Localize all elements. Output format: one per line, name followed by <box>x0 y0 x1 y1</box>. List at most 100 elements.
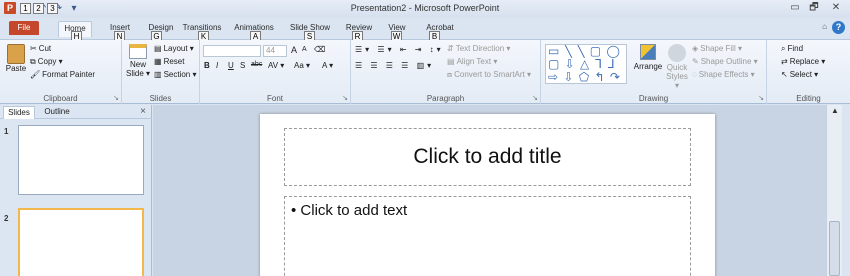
new-slide-icon <box>129 44 147 59</box>
close-panel-icon[interactable]: × <box>140 106 146 117</box>
find-label: Find <box>787 44 804 53</box>
tab-file[interactable]: File <box>9 21 39 35</box>
font-launcher-icon[interactable]: ↘ <box>342 94 348 102</box>
shrink-font-button[interactable]: A <box>302 46 307 53</box>
convert-smartart-label: Convert to SmartArt ▾ <box>454 70 532 79</box>
editing-group: ⌕ Find ⇄ Replace ▾ ↖ Select ▾ Editing <box>767 40 850 104</box>
restore-button[interactable]: 🗗 <box>806 2 822 14</box>
layout-button[interactable]: ▤ Layout ▾ <box>154 44 194 53</box>
shapes-gallery[interactable]: ▭ ╲ ╲ ▢ ◯ ▢ ⇩ △ ᒣ ᒧ ⇨ ⇩ ⬠ ↰ ↷ ⌒ { } ☆ <box>545 44 627 84</box>
text-direction-label: Text Direction ▾ <box>455 44 511 53</box>
font-size-combo[interactable]: 44 <box>263 45 287 57</box>
paragraph-group: ☰▾ ☰▾ ⇤ ⇥ ↕▾ ☰ ☰ ☰ ☰ ▥▾ ⇵ Text Direction … <box>351 40 541 104</box>
strikethrough-button[interactable]: abc <box>251 61 262 68</box>
grow-font-button[interactable]: A <box>291 45 297 55</box>
new-slide-label-2: Slide ▾ <box>125 69 151 78</box>
new-slide-button[interactable]: New Slide ▾ <box>125 44 151 78</box>
text-direction-icon: ⇵ <box>447 44 454 53</box>
paragraph-launcher-icon[interactable]: ↘ <box>532 94 538 102</box>
help-icon[interactable]: ? <box>832 21 845 34</box>
paint-bucket-icon: ◈ <box>692 44 699 53</box>
ribbon: Paste ✂ Cut ⧉ Copy ▾ 🖌 Format Painter Clipb… <box>0 40 850 104</box>
replace-icon: ⇄ <box>781 57 788 66</box>
minimize-button[interactable]: ▭ <box>787 2 803 14</box>
layout-label: Layout ▾ <box>163 44 194 53</box>
cut-button[interactable]: ✂ Cut <box>30 44 51 53</box>
clipboard-group: Paste ✂ Cut ⧉ Copy ▾ 🖌 Format Painter Clipb… <box>0 40 122 104</box>
tab-acrobat[interactable]: Acrobat <box>422 21 458 37</box>
convert-smartart-button[interactable]: ⧈ Convert to SmartArt ▾ <box>447 70 531 80</box>
bullets-icon[interactable]: ☰▾ ☰▾ ⇤ ⇥ ↕▾ <box>355 45 444 54</box>
minimize-ribbon-icon[interactable]: ⌂ <box>822 22 827 31</box>
layout-icon: ▤ <box>154 44 162 53</box>
tab-slides[interactable]: Slides <box>3 106 35 119</box>
vertical-scrollbar[interactable]: ▲ <box>826 105 842 276</box>
quick-styles-label: Quick <box>666 63 688 72</box>
pen-icon: ✎ <box>692 57 699 66</box>
slides-group-label: Slides <box>149 94 172 103</box>
tab-outline[interactable]: Outline <box>38 106 76 119</box>
align-text-label: Align Text ▾ <box>456 57 498 66</box>
section-icon: ▥ <box>154 70 162 79</box>
find-button[interactable]: ⌕ Find <box>781 44 803 54</box>
ribbon-tabs: File Home Insert Design Transitions Anim… <box>0 18 850 52</box>
arrange-icon <box>640 44 656 60</box>
clipboard-launcher-icon[interactable]: ↘ <box>113 94 119 102</box>
shadow-button[interactable]: S <box>240 61 245 70</box>
replace-label: Replace ▾ <box>789 57 826 66</box>
select-button[interactable]: ↖ Select ▾ <box>781 70 818 79</box>
quick-styles-button[interactable]: Quick Styles ▾ <box>663 44 691 90</box>
drawing-group-label: Drawing <box>638 94 669 103</box>
scissors-icon: ✂ <box>30 44 37 53</box>
clear-formatting-icon[interactable]: ⌫ <box>314 45 325 54</box>
quick-styles-label-2: Styles ▾ <box>666 72 688 90</box>
copy-button[interactable]: ⧉ Copy ▾ <box>30 57 63 67</box>
copy-icon: ⧉ <box>30 57 36 66</box>
quick-styles-icon <box>668 44 686 62</box>
paste-button[interactable]: Paste <box>4 44 28 73</box>
cursor-icon: ↖ <box>781 70 788 79</box>
font-name-combo[interactable] <box>203 45 261 57</box>
font-color-button[interactable]: A ▾ <box>322 61 333 70</box>
align-text-button[interactable]: ▤ Align Text ▾ <box>447 57 497 66</box>
new-slide-label: New <box>129 60 146 69</box>
replace-button[interactable]: ⇄ Replace ▾ <box>781 57 825 66</box>
format-painter-button[interactable]: 🖌 Format Painter <box>30 70 95 79</box>
copy-label: Copy ▾ <box>37 57 63 66</box>
panel-tabs: Slides Outline × <box>0 105 152 119</box>
shape-outline-button[interactable]: ✎ Shape Outline ▾ <box>692 57 758 66</box>
bold-button[interactable]: B <box>204 61 210 70</box>
character-spacing-button[interactable]: AV ▾ <box>268 61 284 70</box>
shape-effects-button[interactable]: ◌ Shape Effects ▾ <box>692 70 755 79</box>
smartart-icon: ⧈ <box>447 70 453 79</box>
reset-label: Reset <box>163 57 185 66</box>
slide-thumbnail-2[interactable] <box>18 208 144 276</box>
underline-button[interactable]: U <box>228 61 234 70</box>
clipboard-group-label: Clipboard <box>43 94 78 103</box>
slide-thumbnail-1[interactable] <box>18 125 144 195</box>
title-placeholder[interactable]: Click to add title <box>284 128 691 186</box>
slides-panel: Slides Outline × 1 2 <box>0 105 152 276</box>
shape-outline-label: Shape Outline ▾ <box>700 57 758 66</box>
effects-icon: ◌ <box>692 70 697 79</box>
scroll-up-icon[interactable]: ▲ <box>831 106 839 115</box>
paste-label: Paste <box>5 64 27 73</box>
format-painter-label: Format Painter <box>42 70 96 79</box>
section-label: Section ▾ <box>163 70 197 79</box>
select-label: Select ▾ <box>789 70 819 79</box>
text-direction-button[interactable]: ⇵ Text Direction ▾ <box>447 44 510 53</box>
window-title: Presentation2 - Microsoft PowerPoint <box>350 3 500 13</box>
align-icon[interactable]: ☰ ☰ ☰ ☰ ▥▾ <box>355 61 434 70</box>
scroll-thumb[interactable] <box>829 221 840 276</box>
close-button[interactable]: ✕ <box>828 2 844 14</box>
body-placeholder[interactable]: • Click to add text <box>284 196 691 276</box>
italic-button[interactable]: I <box>216 61 218 70</box>
arrange-button[interactable]: Arrange <box>632 44 664 71</box>
align-text-icon: ▤ <box>447 57 455 66</box>
font-group: 44 A A ⌫ B I U S abc AV ▾ Aa ▾ A ▾ Font … <box>200 40 351 104</box>
section-button[interactable]: ▥ Section ▾ <box>154 70 196 79</box>
drawing-launcher-icon[interactable]: ↘ <box>758 94 764 102</box>
shape-fill-button[interactable]: ◈ Shape Fill ▾ <box>692 44 742 53</box>
change-case-button[interactable]: Aa ▾ <box>294 61 310 70</box>
reset-button[interactable]: ▦ Reset <box>154 57 184 66</box>
